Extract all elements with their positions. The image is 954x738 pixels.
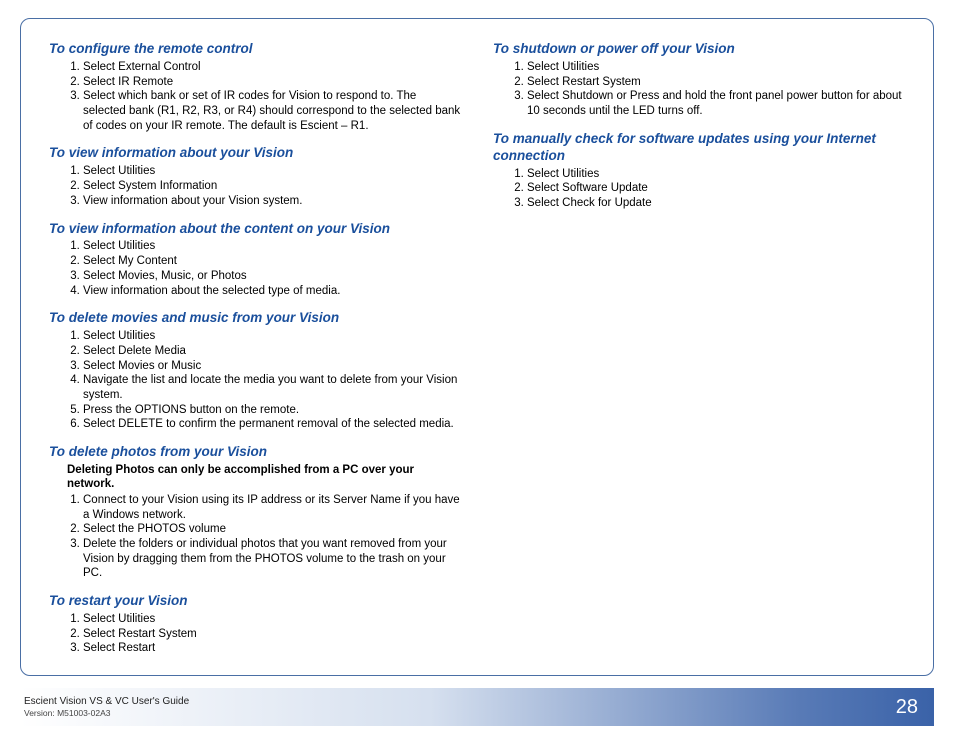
step-list: Select UtilitiesSelect Restart SystemSel… [511,60,905,119]
section: To configure the remote control Select Ex… [49,41,461,133]
step-item: Select Utilities [83,329,461,344]
step-item: Select Utilities [83,239,461,254]
guide-title: Escient Vision VS & VC User's Guide [24,696,189,708]
step-item: Select Delete Media [83,344,461,359]
step-item: Select Utilities [83,612,461,627]
step-item: Select Utilities [527,60,905,75]
content-columns: To configure the remote control Select Ex… [49,41,905,668]
section: To shutdown or power off your Vision Sele… [493,41,905,119]
step-item: Select the PHOTOS volume [83,522,461,537]
step-item: View information about your Vision syste… [83,194,461,209]
step-item: Select Restart [83,641,461,656]
section: To manually check for software updates u… [493,131,905,211]
left-column: To configure the remote control Select Ex… [49,41,461,668]
section: To view information about the content on… [49,221,461,299]
section-heading: To delete movies and music from your Vis… [49,310,461,327]
step-item: Select DELETE to confirm the permanent r… [83,417,461,432]
step-item: Select Check for Update [527,196,905,211]
section-heading: To restart your Vision [49,593,461,610]
page-number: 28 [896,696,934,719]
section-note: Deleting Photos can only be accomplished… [67,463,461,492]
step-list: Select External ControlSelect IR RemoteS… [67,60,461,134]
step-item: Select System Information [83,179,461,194]
section-heading: To configure the remote control [49,41,461,58]
section-heading: To shutdown or power off your Vision [493,41,905,58]
section-heading: To view information about your Vision [49,145,461,162]
page-footer: Escient Vision VS & VC User's Guide Vers… [20,688,934,726]
section-heading: To manually check for software updates u… [493,131,905,165]
section: To restart your VisionSelect UtilitiesSe… [49,593,461,656]
step-item: Delete the folders or individual photos … [83,537,461,581]
step-item: Select IR Remote [83,75,461,90]
step-item: Select which bank or set of IR codes for… [83,89,461,133]
step-item: Select My Content [83,254,461,269]
step-item: Select Shutdown or Press and hold the fr… [527,89,905,118]
step-list: Select UtilitiesSelect Delete MediaSelec… [67,329,461,432]
step-item: Select Restart System [83,627,461,642]
step-item: Select Movies or Music [83,359,461,374]
page-frame: To configure the remote control Select Ex… [20,18,934,676]
step-list: Connect to your Vision using its IP addr… [67,493,461,581]
step-item: Press the OPTIONS button on the remote. [83,403,461,418]
footer-left: Escient Vision VS & VC User's Guide Vers… [20,696,189,718]
step-item: Select Software Update [527,181,905,196]
section-heading: To delete photos from your Vision [49,444,461,461]
step-list: Select UtilitiesSelect Software UpdateSe… [511,167,905,211]
step-item: Select Restart System [527,75,905,90]
step-item: Select Movies, Music, or Photos [83,269,461,284]
right-column: To shutdown or power off your Vision Sele… [493,41,905,668]
step-list: Select UtilitiesSelect Restart SystemSel… [67,612,461,656]
section-heading: To view information about the content on… [49,221,461,238]
guide-version: Version: M51003-02A3 [24,708,189,718]
step-item: Connect to your Vision using its IP addr… [83,493,461,522]
step-item: Select Utilities [527,167,905,182]
step-item: Select Utilities [83,164,461,179]
step-item: View information about the selected type… [83,284,461,299]
step-list: Select UtilitiesSelect My ContentSelect … [67,239,461,298]
step-list: Select UtilitiesSelect System Informatio… [67,164,461,208]
section: To view information about your Vision Sel… [49,145,461,208]
section: To delete photos from your Vision Deletin… [49,444,461,581]
section: To delete movies and music from your Vis… [49,310,461,432]
step-item: Navigate the list and locate the media y… [83,373,461,402]
step-item: Select External Control [83,60,461,75]
